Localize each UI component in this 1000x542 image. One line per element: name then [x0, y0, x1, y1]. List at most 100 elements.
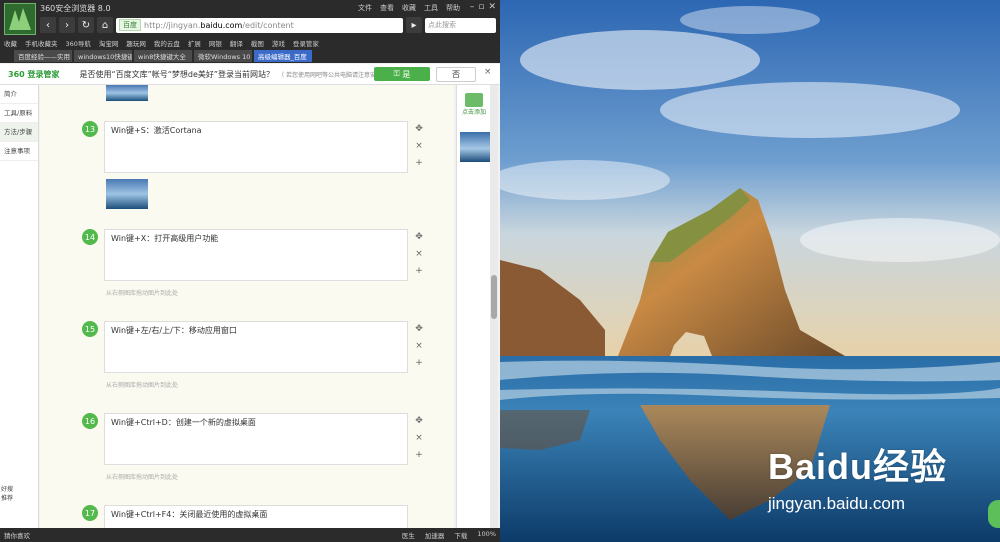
image-icon [465, 93, 483, 107]
close-icon[interactable]: ✕ [488, 2, 496, 12]
move-icon[interactable]: ✥ [414, 413, 424, 430]
login-brand: 360 登录管家 [8, 69, 60, 79]
bookmark-item[interactable]: 截图 [251, 38, 264, 48]
step-controls: ✥ × + [414, 413, 424, 464]
window-menu: 文件 查看 收藏 工具 帮助 [358, 3, 460, 13]
delete-icon[interactable]: × [414, 430, 424, 447]
left-nav-item[interactable]: 工具/原料 [0, 104, 38, 123]
menu-file[interactable]: 文件 [358, 3, 372, 13]
status-zoom[interactable]: 100% [477, 530, 496, 540]
login-no-button[interactable]: 否 [436, 67, 476, 82]
status-download[interactable]: 下载 [454, 530, 467, 540]
library-image[interactable] [460, 132, 490, 162]
window-title: 360安全浏览器 8.0 [40, 4, 111, 13]
minimize-icon[interactable]: – [470, 2, 475, 12]
move-icon[interactable]: ✥ [414, 121, 424, 138]
status-bar: 猜你喜欢 医生 加速器 下载 100% [0, 528, 500, 542]
tab-item[interactable]: windows10快捷键 [74, 50, 132, 62]
menu-tools[interactable]: 工具 [424, 3, 438, 13]
bookmark-item[interactable]: 我的云盘 [154, 38, 180, 48]
menu-favorites[interactable]: 收藏 [402, 3, 416, 13]
login-question: 是否使用“百度文库”帐号“梦想de美好”登录当前网站？ [79, 69, 275, 79]
move-icon[interactable]: ✥ [414, 229, 424, 246]
bookmark-item[interactable]: 网银 [209, 38, 222, 48]
back-icon[interactable]: ‹ [40, 17, 56, 33]
address-bar[interactable]: 百度 http://jingyan.baidu.com/edit/content [116, 17, 403, 33]
login-note: （ 若您使用网吧等公共电脑请注意安 [278, 71, 376, 79]
bookmark-item[interactable]: 收藏 [4, 38, 17, 48]
step-textbox[interactable]: Win键+左/右/上/下：移动应用窗口 [104, 321, 408, 373]
step-image[interactable] [106, 179, 148, 209]
close-icon[interactable]: × [484, 67, 492, 77]
step-number: 17 [82, 505, 98, 521]
menu-help[interactable]: 帮助 [446, 3, 460, 13]
step-image[interactable] [106, 85, 148, 101]
status-recommend[interactable]: 猜你喜欢 [4, 530, 30, 540]
address-url[interactable]: http://jingyan.baidu.com/edit/content [144, 21, 294, 30]
bookmarks-bar: 收藏 手机收藏夹 360导航 淘宝网 趣玩网 我的云盘 扩展 网银 翻译 截图 … [0, 36, 500, 49]
bookmark-item[interactable]: 趣玩网 [126, 38, 146, 48]
avatar-icon [5, 4, 35, 34]
watermark-sub: jingyan.baidu.com [768, 494, 906, 513]
image-drop-hint[interactable]: 从右侧图库拖动图片到此处 [106, 380, 178, 389]
chat-bubble-icon[interactable] [988, 500, 1000, 528]
home-icon[interactable]: ⌂ [97, 17, 113, 33]
bookmark-item[interactable]: 淘宝网 [99, 38, 119, 48]
delete-icon[interactable]: × [414, 138, 424, 155]
tab-item[interactable]: win8快捷键大全 [134, 50, 192, 62]
left-nav: 简介 工具/原料 方法/步骤 注意事项 [0, 85, 39, 528]
browser-logo[interactable] [4, 3, 36, 35]
maximize-icon[interactable]: ▫ [478, 2, 484, 12]
image-library-panel: 点击添加 [456, 85, 491, 528]
login-yes-button[interactable]: ⚿ 是 [374, 67, 430, 81]
address-tag: 百度 [119, 19, 141, 31]
browser-window: 360安全浏览器 8.0 文件 查看 收藏 工具 帮助 – ▫ ✕ ‹ › ↻ … [0, 0, 500, 542]
step-textbox[interactable]: Win键+X：打开高级用户功能 [104, 229, 408, 281]
add-image-button[interactable]: 点击添加 [461, 93, 487, 116]
window-controls: – ▫ ✕ [470, 2, 496, 12]
step-number: 13 [82, 121, 98, 137]
image-drop-hint[interactable]: 从右侧图库拖动图片到此处 [106, 288, 178, 297]
tab-active[interactable]: 高级编辑器_百度 [254, 50, 312, 62]
step-textbox[interactable]: Win键+Ctrl+F4：关闭最近使用的虚拟桌面 [104, 505, 408, 528]
refresh-icon[interactable]: ↻ [78, 17, 94, 33]
step-textbox[interactable]: Win键+Ctrl+D：创建一个新的虚拟桌面 [104, 413, 408, 465]
scrollbar-thumb[interactable] [491, 275, 497, 319]
go-icon[interactable]: ▸ [406, 17, 422, 33]
bookmark-item[interactable]: 登录管家 [293, 38, 319, 48]
tab-strip: 百度经验——实用 windows10快捷键 win8快捷键大全 微软Window… [0, 49, 500, 63]
step-number: 15 [82, 321, 98, 337]
bookmark-item[interactable]: 游戏 [272, 38, 285, 48]
left-nav-item[interactable]: 注意事项 [0, 142, 38, 161]
step-controls: ✥ × + [414, 321, 424, 372]
delete-icon[interactable]: × [414, 246, 424, 263]
bookmark-item[interactable]: 手机收藏夹 [25, 38, 58, 48]
watermark-main: Baidu经验 [768, 446, 948, 487]
add-icon[interactable]: + [414, 355, 424, 372]
tab-item[interactable]: 微软Windows 10 [194, 50, 252, 62]
left-nav-item[interactable]: 简介 [0, 85, 38, 104]
add-icon[interactable]: + [414, 447, 424, 464]
bookmark-item[interactable]: 翻译 [230, 38, 243, 48]
search-input[interactable]: 点此搜索 [425, 17, 496, 33]
bookmark-item[interactable]: 360导航 [66, 38, 91, 48]
login-manager-bar: 360 登录管家 是否使用“百度文库”帐号“梦想de美好”登录当前网站？ （ 若… [0, 64, 500, 85]
menu-view[interactable]: 查看 [380, 3, 394, 13]
add-icon[interactable]: + [414, 263, 424, 280]
add-icon[interactable]: + [414, 155, 424, 172]
title-bar: 360安全浏览器 8.0 文件 查看 收藏 工具 帮助 – ▫ ✕ ‹ › ↻ … [0, 0, 500, 36]
move-icon[interactable]: ✥ [414, 321, 424, 338]
forward-icon[interactable]: › [59, 17, 75, 33]
image-drop-hint[interactable]: 从右侧图库拖动图片到此处 [106, 472, 178, 481]
tab-item[interactable]: 百度经验——实用 [14, 50, 72, 62]
step-number: 14 [82, 229, 98, 245]
recommend-link[interactable]: 好搜推荐 [0, 484, 14, 502]
status-doctor[interactable]: 医生 [402, 530, 415, 540]
status-accelerator[interactable]: 加速器 [425, 530, 445, 540]
delete-icon[interactable]: × [414, 338, 424, 355]
bookmark-item[interactable]: 扩展 [188, 38, 201, 48]
step-textbox[interactable]: Win键+S：激活Cortana [104, 121, 408, 173]
scrollbar[interactable] [490, 85, 498, 528]
key-icon: ⚿ [393, 69, 403, 78]
left-nav-item-active[interactable]: 方法/步骤 [0, 123, 38, 142]
